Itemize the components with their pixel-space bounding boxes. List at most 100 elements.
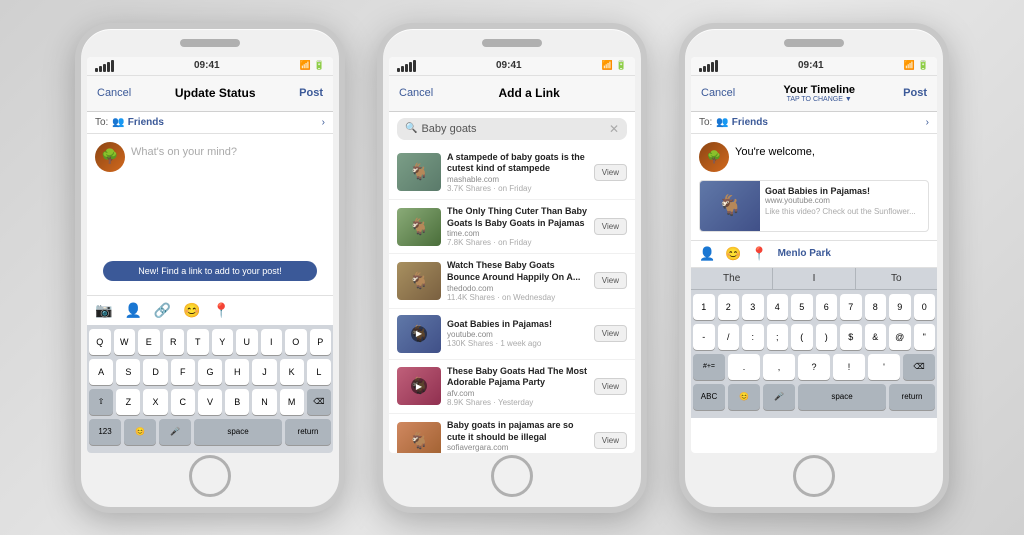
key-rparen[interactable]: ) [816, 324, 838, 350]
key-b[interactable]: B [225, 389, 249, 415]
key-return[interactable]: return [285, 419, 331, 445]
key-7[interactable]: 7 [840, 294, 862, 320]
key-abc[interactable]: ABC [693, 384, 725, 410]
list-item[interactable]: 🐐 Watch These Baby Goats Bounce Around H… [389, 254, 635, 308]
key-8[interactable]: 8 [865, 294, 887, 320]
compose-area-1[interactable]: 🌳 What's on your mind? New! Find a link … [87, 134, 333, 295]
key-space[interactable]: space [194, 419, 282, 445]
to-audience-1[interactable]: 👥 Friends [112, 117, 164, 128]
key-2[interactable]: 2 [718, 294, 740, 320]
key-quote[interactable]: " [914, 324, 936, 350]
key-h[interactable]: H [225, 359, 249, 385]
key-4[interactable]: 4 [767, 294, 789, 320]
key-return-3[interactable]: return [889, 384, 935, 410]
location-pin-icon-3[interactable]: 📍 [751, 246, 767, 262]
key-l[interactable]: L [307, 359, 331, 385]
friends-tag-icon-3[interactable]: 👤 [699, 246, 715, 262]
key-k[interactable]: K [280, 359, 304, 385]
key-mic-3[interactable]: 🎤 [763, 384, 795, 410]
friends-tag-icon-1[interactable]: 👤 [124, 302, 141, 319]
pred-item-0[interactable]: The [691, 268, 773, 289]
list-item[interactable]: 🐐 A stampede of baby goats is the cutest… [389, 146, 635, 200]
cancel-button-1[interactable]: Cancel [97, 87, 131, 99]
key-n[interactable]: N [252, 389, 276, 415]
nav-subtitle-3[interactable]: TAP TO CHANGE ▼ [735, 96, 903, 103]
key-question[interactable]: ? [798, 354, 830, 380]
view-button-0[interactable]: View [594, 164, 627, 181]
key-o[interactable]: O [285, 329, 307, 355]
key-r[interactable]: R [163, 329, 185, 355]
location-text-3[interactable]: Menlo Park [778, 248, 831, 259]
view-button-4[interactable]: View [594, 378, 627, 395]
key-shift[interactable]: ⇧ [89, 389, 113, 415]
key-t[interactable]: T [187, 329, 209, 355]
list-item[interactable]: 🐐 ▶ Goat Babies in Pajamas! youtube.com … [389, 309, 635, 360]
key-0[interactable]: 0 [914, 294, 936, 320]
list-item[interactable]: 🐐 The Only Thing Cuter Than Baby Goats I… [389, 200, 635, 254]
key-1[interactable]: 1 [693, 294, 715, 320]
key-slash[interactable]: / [718, 324, 740, 350]
cancel-button-3[interactable]: Cancel [701, 87, 735, 99]
key-dash[interactable]: - [693, 324, 715, 350]
key-backspace-3[interactable]: ⌫ [903, 354, 935, 380]
location-icon-1[interactable]: 📍 [213, 302, 230, 319]
key-comma[interactable]: , [763, 354, 795, 380]
post-button-1[interactable]: Post [299, 87, 323, 99]
search-bar-2[interactable]: 🔍 ✕ [397, 118, 627, 140]
key-lparen[interactable]: ( [791, 324, 813, 350]
key-123[interactable]: 123 [89, 419, 121, 445]
key-w[interactable]: W [114, 329, 136, 355]
view-button-3[interactable]: View [594, 325, 627, 342]
key-period[interactable]: . [728, 354, 760, 380]
key-i[interactable]: I [261, 329, 283, 355]
search-input-2[interactable] [421, 123, 604, 135]
cancel-button-2[interactable]: Cancel [399, 87, 433, 99]
post-button-3[interactable]: Post [903, 87, 927, 99]
key-f[interactable]: F [171, 359, 195, 385]
key-semi[interactable]: ; [767, 324, 789, 350]
key-dollar[interactable]: $ [840, 324, 862, 350]
view-button-2[interactable]: View [594, 272, 627, 289]
key-z[interactable]: Z [116, 389, 140, 415]
key-q[interactable]: Q [89, 329, 111, 355]
key-backspace[interactable]: ⌫ [307, 389, 331, 415]
to-audience-3[interactable]: 👥 Friends [716, 117, 768, 128]
key-e[interactable]: E [138, 329, 160, 355]
key-space-3[interactable]: space [798, 384, 886, 410]
list-item[interactable]: 🐐 Baby goats in pajamas are so cute it s… [389, 414, 635, 453]
pred-item-2[interactable]: To [856, 268, 937, 289]
view-button-1[interactable]: View [594, 218, 627, 235]
key-9[interactable]: 9 [889, 294, 911, 320]
key-v[interactable]: V [198, 389, 222, 415]
key-colon[interactable]: : [742, 324, 764, 350]
key-emoji-3[interactable]: 😊 [728, 384, 760, 410]
key-mic[interactable]: 🎤 [159, 419, 191, 445]
emoji-icon-3[interactable]: 😊 [725, 246, 741, 262]
key-apostrophe[interactable]: ' [868, 354, 900, 380]
key-amp[interactable]: & [865, 324, 887, 350]
key-5[interactable]: 5 [791, 294, 813, 320]
emoji-icon-1[interactable]: 😊 [183, 302, 200, 319]
key-more-sym[interactable]: #+= [693, 354, 725, 380]
key-p[interactable]: P [310, 329, 332, 355]
key-d[interactable]: D [143, 359, 167, 385]
key-s[interactable]: S [116, 359, 140, 385]
pred-item-1[interactable]: I [773, 268, 855, 289]
key-g[interactable]: G [198, 359, 222, 385]
key-c[interactable]: C [171, 389, 195, 415]
link-icon-1[interactable]: 🔗 [154, 302, 171, 319]
key-u[interactable]: U [236, 329, 258, 355]
to-row-1[interactable]: To: 👥 Friends › [87, 112, 333, 134]
key-emoji[interactable]: 😊 [124, 419, 156, 445]
to-row-3[interactable]: To: 👥 Friends › [691, 112, 937, 134]
key-j[interactable]: J [252, 359, 276, 385]
link-preview-card-3[interactable]: 🐐 Goat Babies in Pajamas! www.youtube.co… [699, 180, 929, 232]
key-at[interactable]: @ [889, 324, 911, 350]
compose-text-3[interactable]: You're welcome, [735, 142, 815, 172]
key-y[interactable]: Y [212, 329, 234, 355]
camera-icon-1[interactable]: 📷 [95, 302, 112, 319]
key-6[interactable]: 6 [816, 294, 838, 320]
key-a[interactable]: A [89, 359, 113, 385]
compose-placeholder-1[interactable]: What's on your mind? [131, 142, 237, 172]
key-3[interactable]: 3 [742, 294, 764, 320]
